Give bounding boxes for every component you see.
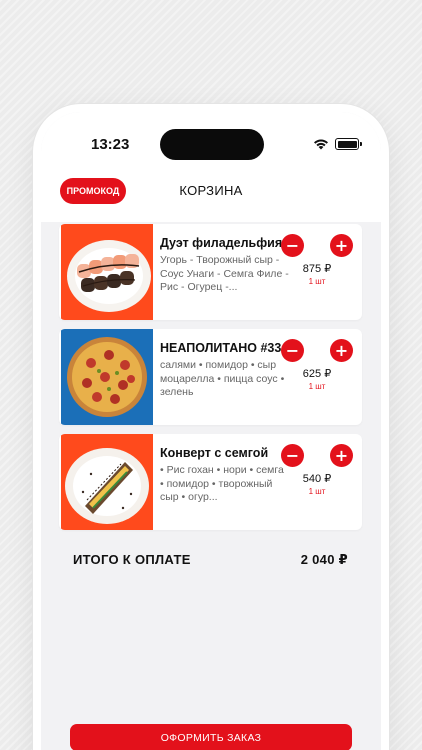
- status-time: 13:23: [91, 136, 130, 153]
- increase-quantity-button[interactable]: +: [330, 339, 353, 362]
- total-label: ИТОГО К ОПЛАТЕ: [73, 552, 191, 567]
- checkout-button[interactable]: ОФОРМИТЬ ЗАКАЗ: [70, 724, 352, 750]
- item-quantity: 1 шт: [308, 382, 326, 391]
- decrease-quantity-button[interactable]: −: [281, 339, 304, 362]
- item-image: [61, 434, 153, 530]
- cart-item[interactable]: НЕАПОЛИТАНО #33 салями • помидор • сыр м…: [59, 329, 362, 425]
- item-quantity: 1 шт: [308, 487, 326, 496]
- cart-screen: 13:23 ПРОМОКОД КОРЗИНА Дуэт филадельфия …: [41, 112, 381, 750]
- cart-item[interactable]: Конверт с семгой • Рис гохан • нори • се…: [59, 434, 362, 530]
- plus-icon: +: [334, 340, 349, 360]
- minus-icon: −: [285, 445, 300, 465]
- decrease-quantity-button[interactable]: −: [281, 234, 304, 257]
- dynamic-island: [160, 129, 264, 160]
- item-description: • Рис гохан • нори • семга • помидор • т…: [160, 464, 284, 503]
- item-name: НЕАПОЛИТАНО #33: [160, 341, 282, 355]
- battery-icon: [335, 138, 362, 150]
- increase-quantity-button[interactable]: +: [330, 444, 353, 467]
- plus-icon: +: [334, 445, 349, 465]
- minus-icon: −: [285, 235, 300, 255]
- item-quantity: 1 шт: [308, 277, 326, 286]
- item-description: салями • помидор • сыр моцарелла • пицца…: [160, 359, 285, 398]
- wifi-icon: [314, 139, 328, 150]
- item-description: Угорь - Творожный сыр - Соус Унаги - Сем…: [160, 254, 289, 293]
- total-value: 2 040 ₽: [300, 552, 348, 567]
- decrease-quantity-button[interactable]: −: [281, 444, 304, 467]
- top-bar: 13:23 ПРОМОКОД КОРЗИНА: [41, 112, 381, 222]
- minus-icon: −: [285, 340, 300, 360]
- item-price: 540 ₽: [302, 473, 332, 485]
- item-name: Конверт с семгой: [160, 446, 269, 460]
- status-icons: [313, 138, 362, 150]
- item-price: 875 ₽: [302, 263, 332, 275]
- page-title: КОРЗИНА: [179, 183, 243, 198]
- item-image: [61, 329, 153, 425]
- item-price: 625 ₽: [302, 368, 332, 380]
- item-name: Дуэт филадельфия: [160, 236, 283, 250]
- phone-frame: 13:23 ПРОМОКОД КОРЗИНА Дуэт филадельфия …: [33, 104, 389, 750]
- cart-item[interactable]: Дуэт филадельфия Угорь - Творожный сыр -…: [59, 224, 362, 320]
- increase-quantity-button[interactable]: +: [330, 234, 353, 257]
- plus-icon: +: [334, 235, 349, 255]
- item-image: [61, 224, 153, 320]
